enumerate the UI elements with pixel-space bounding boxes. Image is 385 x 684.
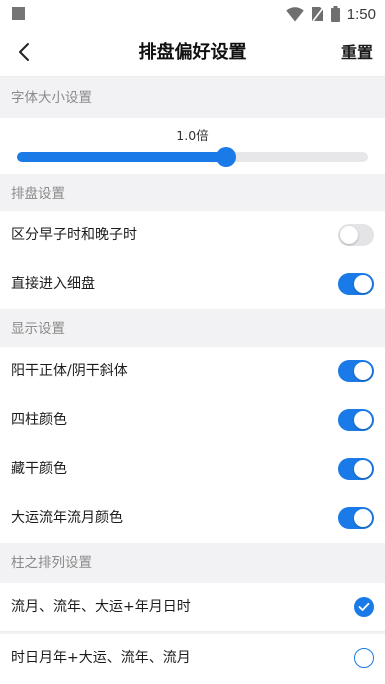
font-size-panel: 1.0倍 [0, 118, 385, 174]
pillar-order-radio-1[interactable] [354, 597, 374, 617]
section-header-display: 显示设置 [0, 309, 385, 349]
option-label: 时日月年+大运、流年、流月 [11, 650, 191, 666]
chevron-left-icon [19, 43, 29, 61]
pillar-order-radio-2[interactable] [354, 648, 374, 668]
setting-label: 四柱颜色 [11, 412, 67, 428]
section-header-pillar-order: 柱之排列设置 [0, 543, 385, 583]
hidden-stem-color-toggle[interactable] [338, 458, 374, 480]
battery-icon [330, 6, 340, 22]
option-label: 流月、流年、大运+年月日时 [11, 599, 191, 615]
yang-yin-style-toggle[interactable] [338, 360, 374, 382]
setting-label: 大运流年流月颜色 [11, 510, 123, 526]
direct-detail-toggle[interactable] [338, 273, 374, 295]
notification-square-icon [12, 7, 25, 20]
toggle-knob [340, 226, 358, 244]
back-button[interactable] [10, 38, 38, 66]
setting-row-yang-yin-style: 阳干正体/阴干斜体 [0, 347, 385, 396]
section-title: 柱之排列设置 [11, 555, 92, 571]
luck-cycle-color-toggle[interactable] [338, 507, 374, 529]
no-sim-icon [311, 7, 324, 22]
setting-row-pillar-color: 四柱颜色 [0, 396, 385, 445]
status-time: 1:50 [346, 5, 376, 23]
pillar-color-toggle[interactable] [338, 409, 374, 431]
section-title: 字体大小设置 [11, 90, 92, 106]
section-header-layout: 排盘设置 [0, 174, 385, 214]
setting-row-direct-detail: 直接进入细盘 [0, 260, 385, 309]
section-header-font-size: 字体大小设置 [0, 78, 385, 118]
setting-label: 直接进入细盘 [11, 276, 95, 292]
font-size-value: 1.0倍 [176, 128, 209, 143]
setting-row-hidden-stem-color: 藏干颜色 [0, 445, 385, 494]
pillar-order-option-1[interactable]: 流月、流年、大运+年月日时 [0, 583, 385, 632]
toggle-knob [354, 509, 372, 527]
toggle-knob [354, 275, 372, 293]
font-size-slider[interactable] [17, 147, 368, 167]
slider-thumb[interactable] [215, 147, 236, 167]
toggle-knob [354, 460, 372, 478]
status-icons: 1:50 [286, 4, 376, 24]
top-app-bar: 排盘偏好设置 重置 [0, 28, 385, 77]
status-bar: 1:50 [0, 0, 385, 28]
toggle-knob [354, 362, 372, 380]
reset-button[interactable]: 重置 [341, 28, 373, 77]
setting-label: 阳干正体/阴干斜体 [11, 363, 128, 379]
page-title: 排盘偏好设置 [138, 42, 247, 63]
check-icon [358, 602, 370, 611]
setting-row-luck-cycle-color: 大运流年流月颜色 [0, 494, 385, 543]
setting-row-early-late-zi: 区分早子时和晚子时 [0, 211, 385, 260]
section-title: 显示设置 [11, 321, 65, 337]
slider-fill [17, 152, 226, 162]
setting-label: 藏干颜色 [11, 461, 67, 477]
wifi-icon [286, 6, 304, 21]
pillar-order-option-2[interactable]: 时日月年+大运、流年、流月 [0, 634, 385, 684]
toggle-knob [354, 411, 372, 429]
early-late-zi-toggle[interactable] [338, 224, 374, 246]
section-title: 排盘设置 [11, 186, 65, 202]
setting-label: 区分早子时和晚子时 [11, 227, 137, 243]
